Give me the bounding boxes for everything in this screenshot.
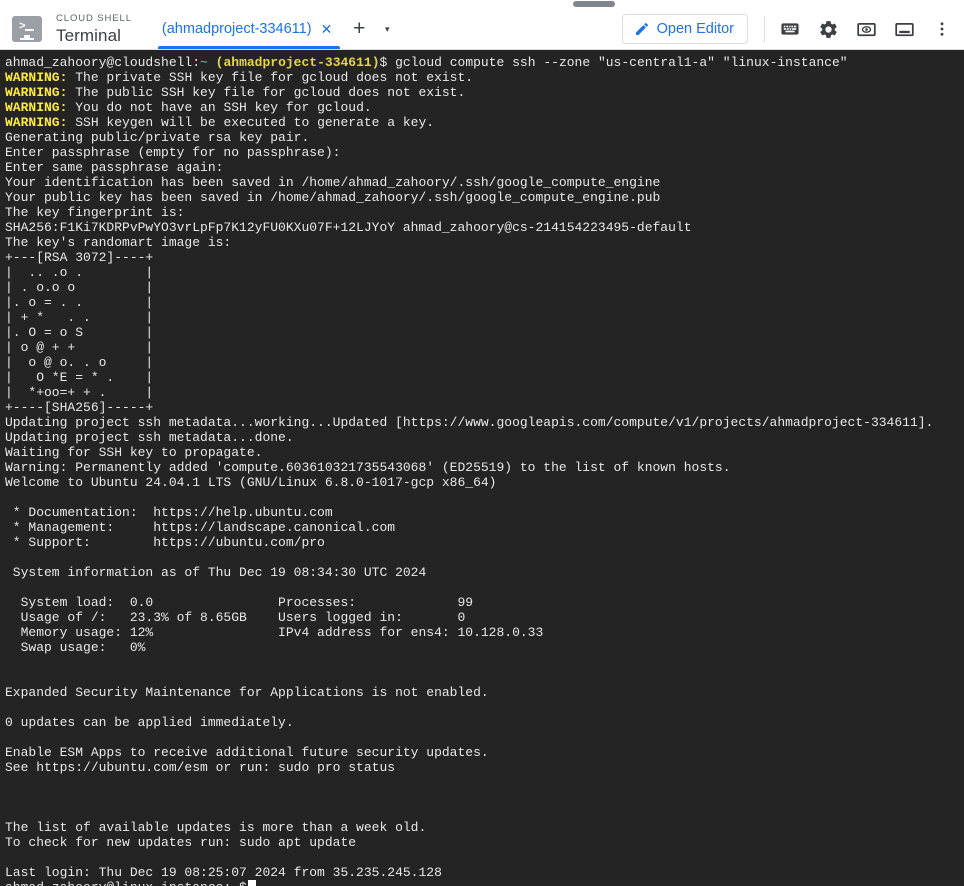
terminal-keygen-line: The key fingerprint is:: [5, 205, 185, 220]
terminal-last-login-line: Last login: Thu Dec 19 08:25:07 2024 fro…: [5, 865, 442, 880]
terminal-keygen-line: Generating public/private rsa key pair.: [5, 130, 310, 145]
page-title: Terminal: [56, 25, 122, 45]
terminal-update-line: The list of available updates is more th…: [5, 820, 427, 835]
cloud-shell-window: > CLOUD SHELL Terminal (ahmadproject-334…: [0, 0, 964, 886]
terminal-randomart-line: | o @ o. . o |: [5, 355, 154, 370]
cloud-shell-header: > CLOUD SHELL Terminal (ahmadproject-334…: [0, 9, 964, 49]
warning-tag: WARNING:: [5, 85, 68, 100]
warning-text: You do not have an SSH key for gcloud.: [67, 100, 372, 115]
header-brand: > CLOUD SHELL Terminal: [12, 14, 132, 44]
tab-ahmadproject[interactable]: (ahmadproject-334611) ✕: [152, 9, 341, 49]
warning-tag: WARNING:: [5, 70, 68, 85]
terminal-randomart-line: | + * . . |: [5, 310, 154, 325]
terminal-sysinfo-header: System information as of Thu Dec 19 08:3…: [5, 565, 427, 580]
warning-text: The private SSH key file for gcloud does…: [67, 70, 474, 85]
prompt-path: ~: [200, 55, 208, 70]
warning-text: SSH keygen will be executed to generate …: [67, 115, 435, 130]
pencil-icon: [634, 21, 650, 37]
terminal-randomart-line: |. o = . . |: [5, 295, 154, 310]
gear-icon[interactable]: [816, 17, 840, 41]
terminal-keygen-line: SHA256:F1Ki7KDRPvPwYO3vrLpFp7K12yFU0KXu0…: [5, 220, 692, 235]
terminal-ssh-line: Updating project ssh metadata...done.: [5, 430, 294, 445]
terminal-motd-link-line: * Support: https://ubuntu.com/pro: [5, 535, 325, 550]
terminal-warning-line: WARNING: You do not have an SSH key for …: [5, 100, 964, 115]
tab-label: (ahmadproject-334611): [161, 21, 312, 37]
warning-tag: WARNING:: [5, 100, 68, 115]
warning-tag: WARNING:: [5, 115, 68, 130]
terminal-randomart-line: | *+oo=+ + . |: [5, 385, 154, 400]
header-icon-group: [778, 17, 956, 41]
keyboard-icon[interactable]: [778, 17, 802, 41]
terminal-randomart-line: |. O = o S |: [5, 325, 154, 340]
terminal-ssh-line: Warning: Permanently added 'compute.6036…: [5, 460, 731, 475]
header-titles: CLOUD SHELL Terminal: [56, 14, 132, 44]
terminal-notice-line: 0 updates can be applied immediately.: [5, 715, 294, 730]
terminal-randomart-line: | .. .o . |: [5, 265, 154, 280]
terminal-keygen-line: Your identification has been saved in /h…: [5, 175, 661, 190]
terminal-tabs: (ahmadproject-334611) ✕ + ▾: [152, 9, 400, 49]
terminal-randomart-line: +----[SHA256]-----+: [5, 400, 154, 415]
terminal-randomart-line: | o @ + + |: [5, 340, 154, 355]
warning-text: The public SSH key file for gcloud does …: [67, 85, 466, 100]
window-drag-strip: [0, 0, 964, 9]
final-prompt-userhost: ahmad_zahoory@linux-instance: [5, 880, 223, 886]
final-prompt-path: :~$: [223, 880, 246, 886]
terminal-notice-line: Enable ESM Apps to receive additional fu…: [5, 745, 489, 760]
prompt-colon: :: [192, 55, 201, 70]
terminal-motd-link-line: * Documentation: https://help.ubuntu.com: [5, 505, 333, 520]
terminal-sysinfo-row: Swap usage: 0%: [5, 640, 146, 655]
terminal-notice-line: See https://ubuntu.com/esm or run: sudo …: [5, 760, 396, 775]
terminal-welcome-line: Welcome to Ubuntu 24.04.1 LTS (GNU/Linux…: [5, 475, 497, 490]
header-divider: [764, 16, 765, 42]
terminal-keygen-line: The key's randomart image is:: [5, 235, 232, 250]
terminal-keygen-line: Your public key has been saved in /home/…: [5, 190, 661, 205]
open-editor-label: Open Editor: [656, 21, 734, 37]
terminal-ssh-line: Waiting for SSH key to propagate.: [5, 445, 263, 460]
terminal-sysinfo-row: Memory usage: 12% IPv4 address for ens4:…: [5, 625, 544, 640]
terminal-randomart-line: | O *E = * . |: [5, 370, 154, 385]
terminal-prompt-line: ahmad_zahoory@cloudshell:~ (ahmadproject…: [5, 55, 964, 70]
terminal-randomart-line: +---[RSA 3072]----+: [5, 250, 154, 265]
terminal-ssh-line: Updating project ssh metadata...working.…: [5, 415, 934, 430]
terminal-warning-line: WARNING: The private SSH key file for gc…: [5, 70, 964, 85]
terminal-randomart-line: | . o.o o |: [5, 280, 154, 295]
terminal-cursor: [247, 880, 256, 886]
add-tab-icon[interactable]: +: [346, 12, 372, 46]
header-kicker: CLOUD SHELL: [56, 13, 132, 25]
close-icon[interactable]: ✕: [321, 22, 333, 36]
prompt-project: (ahmadproject-334611): [215, 55, 380, 70]
terminal-sysinfo-row: System load: 0.0 Processes: 99: [5, 595, 474, 610]
terminal-final-prompt-line: ahmad_zahoory@linux-instance:~$: [5, 880, 964, 886]
open-editor-button[interactable]: Open Editor: [621, 14, 748, 44]
terminal-warning-line: WARNING: SSH keygen will be executed to …: [5, 115, 964, 130]
more-vert-icon[interactable]: [930, 17, 954, 41]
terminal-update-line: To check for new updates run: sudo apt u…: [5, 835, 357, 850]
terminal-sysinfo-row: Usage of /: 23.3% of 8.65GB Users logged…: [5, 610, 466, 625]
chevron-down-icon[interactable]: ▾: [374, 12, 400, 46]
terminal-warning-line: WARNING: The public SSH key file for gcl…: [5, 85, 964, 100]
terminal-notice-line: Expanded Security Maintenance for Applic…: [5, 685, 489, 700]
terminal-motd-link-line: * Management: https://landscape.canonica…: [5, 520, 396, 535]
terminal-keygen-line: Enter same passphrase again:: [5, 160, 224, 175]
terminal-keygen-line: Enter passphrase (empty for no passphras…: [5, 145, 341, 160]
prompt-command: gcloud compute ssh --zone "us-central1-a…: [387, 55, 848, 70]
prompt-userhost: ahmad_zahoory@cloudshell: [5, 55, 193, 70]
terminal-output[interactable]: ahmad_zahoory@cloudshell:~ (ahmadproject…: [0, 50, 964, 886]
window-drag-handle[interactable]: [573, 1, 615, 7]
cloud-shell-logo-icon: >: [12, 16, 42, 42]
minimize-icon[interactable]: [892, 17, 916, 41]
web-preview-icon[interactable]: [854, 17, 878, 41]
